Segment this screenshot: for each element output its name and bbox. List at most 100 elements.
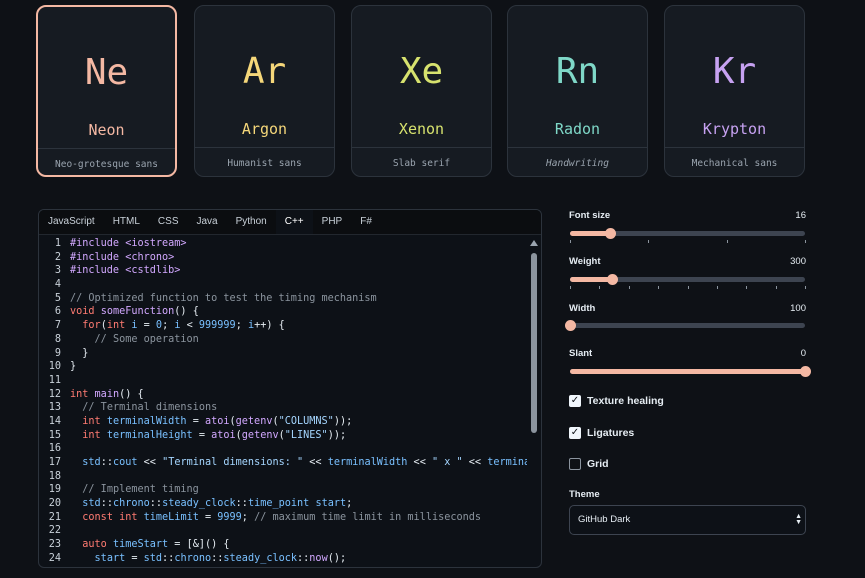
tab-css[interactable]: CSS	[149, 210, 188, 234]
font-card-argon[interactable]: Ar Argon Humanist sans	[194, 5, 335, 177]
theme-select[interactable]: GitHub Dark ▲ ▼	[569, 505, 806, 535]
slider-thumb[interactable]	[800, 366, 811, 377]
editor-scrollbar[interactable]	[529, 237, 539, 567]
texture-healing-label: Texture healing	[587, 395, 664, 407]
line-number: 11	[48, 374, 61, 386]
grid-checkbox[interactable]	[569, 458, 581, 470]
font-name: Krypton	[702, 120, 767, 138]
tab-php[interactable]: PHP	[313, 210, 352, 234]
tick-mark	[746, 286, 748, 289]
code-line: 2 #include <chrono>	[39, 251, 527, 265]
font-card-radon[interactable]: Rn Radon Handwriting	[507, 5, 648, 177]
width-label: Width	[569, 303, 596, 314]
slider-thumb[interactable]	[604, 228, 616, 239]
font-size-ticks	[570, 240, 806, 244]
slider-fill	[570, 277, 613, 282]
code-text: }	[70, 361, 77, 373]
font-name: Xenon	[398, 120, 445, 138]
texture-healing-checkbox[interactable]: ✓	[569, 395, 581, 407]
code-text: // Optimized function to test the timing…	[70, 292, 377, 304]
line-number: 23	[48, 539, 61, 551]
font-name: Neon	[88, 121, 125, 139]
font-description: Mechanical sans	[665, 147, 804, 176]
code-area[interactable]: 1 #include <iostream> 2 #include <chrono> 3 #…	[39, 237, 527, 567]
code-line: 21 const int timeLimit = 9999; // maximu…	[39, 511, 527, 525]
line-number: 5	[54, 292, 61, 304]
font-size-slider[interactable]	[570, 228, 805, 239]
tick-mark	[658, 286, 660, 289]
font-description: Slab serif	[352, 147, 491, 176]
slant-label: Slant	[569, 348, 593, 359]
line-number: 16	[48, 443, 61, 455]
font-description: Neo-grotesque sans	[38, 148, 175, 175]
code-text: for(int i = 0; i < 999999; i++) {	[82, 320, 285, 332]
code-line: 19 // Implement timing	[39, 483, 527, 497]
code-line: 14 int terminalWidth = atoi(getenv("COLU…	[39, 415, 527, 429]
font-name: Argon	[241, 120, 288, 138]
slider-thumb[interactable]	[565, 320, 576, 331]
line-number: 19	[48, 484, 61, 496]
code-text: // Implement timing	[82, 484, 199, 496]
line-number: 24	[48, 552, 61, 564]
line-number: 15	[48, 429, 61, 441]
font-card-neon[interactable]: Ne Neon Neo-grotesque sans	[36, 5, 177, 177]
line-number: 13	[48, 402, 61, 414]
tick-mark	[570, 240, 571, 243]
code-line: 8 // Some operation	[39, 333, 527, 347]
code-line: 24 start = std::chrono::steady_clock::no…	[39, 552, 527, 566]
width-value: 100	[790, 303, 806, 314]
tab-cpp[interactable]: C++	[275, 210, 313, 234]
line-number: 9	[54, 347, 61, 359]
font-description: Humanist sans	[195, 147, 334, 176]
slant-slider[interactable]	[570, 366, 811, 377]
font-card-xenon[interactable]: Xe Xenon Slab serif	[351, 5, 492, 177]
code-line: 7 for(int i = 0; i < 999999; i++) {	[39, 319, 527, 333]
tab-python[interactable]: Python	[227, 210, 276, 234]
code-text: start = std::chrono::steady_clock::now()…	[94, 552, 347, 564]
line-number: 1	[54, 238, 61, 249]
tab-javascript[interactable]: JavaScript	[39, 210, 104, 234]
line-number: 2	[54, 251, 61, 263]
texture-healing-option[interactable]: ✓ Texture healing	[569, 395, 664, 407]
slider-fill	[570, 231, 610, 236]
code-text: int main() {	[70, 388, 144, 400]
line-number: 6	[54, 306, 61, 318]
tick-mark	[805, 286, 806, 289]
slider-thumb[interactable]	[607, 274, 619, 285]
line-number: 7	[54, 320, 61, 332]
slider-fill	[570, 369, 805, 374]
tab-fsharp[interactable]: F#	[351, 210, 381, 234]
grid-label: Grid	[587, 458, 609, 470]
weight-slider[interactable]	[570, 274, 805, 285]
font-description: Handwriting	[508, 147, 647, 176]
code-line: 22	[39, 524, 527, 538]
tab-html[interactable]: HTML	[104, 210, 149, 234]
font-card-krypton[interactable]: Kr Krypton Mechanical sans	[664, 5, 805, 177]
scroll-up-icon[interactable]	[530, 240, 538, 246]
line-number: 21	[48, 511, 61, 523]
line-number: 22	[48, 525, 61, 537]
code-line: 10}	[39, 360, 527, 374]
grid-option[interactable]: Grid	[569, 458, 609, 470]
code-line: 23 auto timeStart = [&]() {	[39, 538, 527, 552]
code-text: std::cout << "Terminal dimensions: " << …	[82, 457, 527, 468]
tick-mark	[628, 286, 630, 289]
scrollbar-thumb[interactable]	[531, 253, 537, 433]
tab-java[interactable]: Java	[187, 210, 226, 234]
code-text: #include <chrono>	[70, 251, 175, 263]
font-symbol: Xe	[399, 51, 444, 92]
line-number: 20	[48, 498, 61, 510]
code-text: }	[70, 347, 89, 359]
select-caret-icon: ▲ ▼	[795, 513, 802, 526]
code-line: 6 void someFunction() {	[39, 305, 527, 319]
line-number: 8	[54, 333, 61, 345]
ligatures-option[interactable]: ✓ Ligatures	[569, 427, 634, 439]
ligatures-checkbox[interactable]: ✓	[569, 427, 581, 439]
font-symbol: Ar	[242, 51, 287, 92]
width-slider[interactable]	[565, 320, 805, 331]
code-line: 11	[39, 374, 527, 388]
